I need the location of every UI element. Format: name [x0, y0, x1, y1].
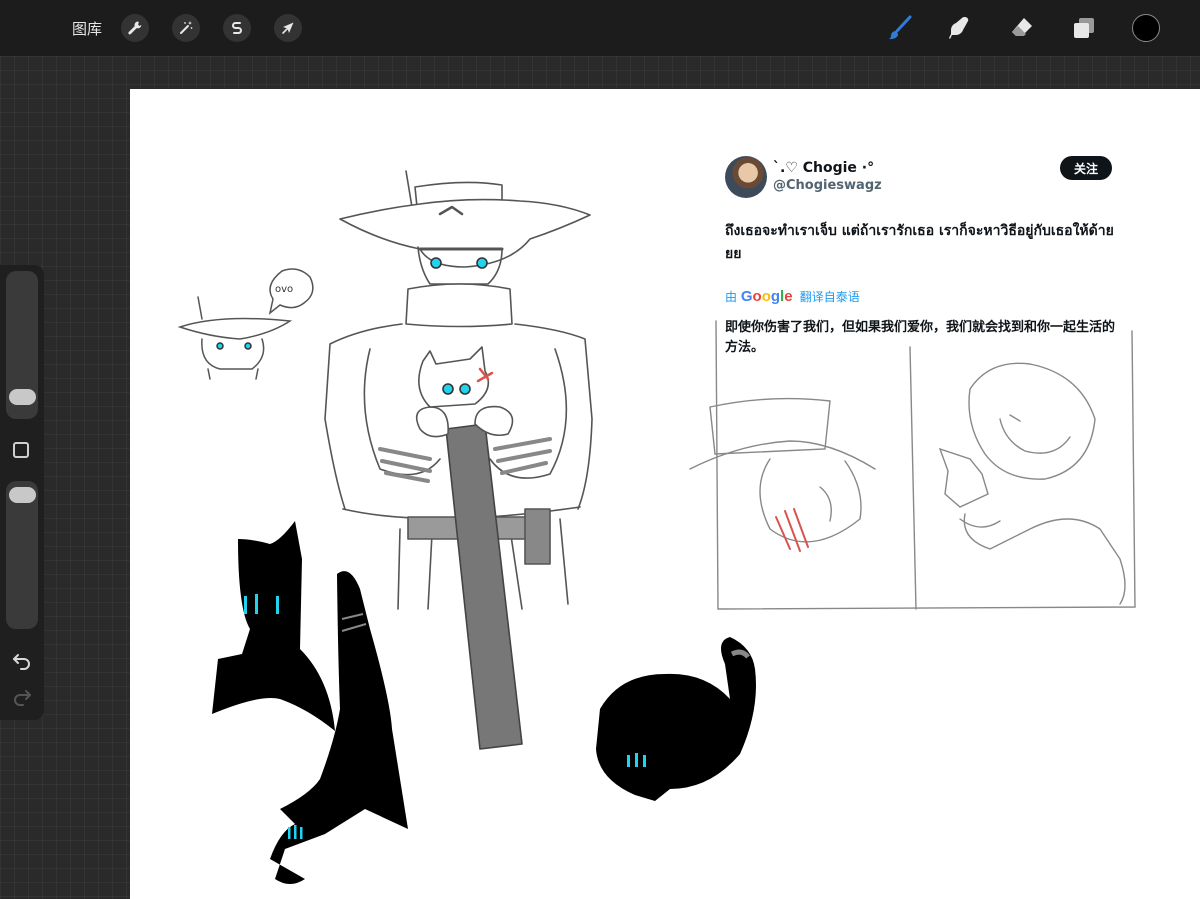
tweet-text: ถึงเธอจะทำเราเจ็บ แต่ถ้าเรารักเธอ เราก็จ…	[725, 223, 1114, 262]
brush-size-slider[interactable]	[6, 271, 38, 419]
comic-panels	[689, 320, 1136, 610]
opacity-knob[interactable]	[9, 487, 36, 503]
black-cat-sitting	[212, 521, 335, 731]
display-name: `.♡ Chogie ·°	[773, 160, 875, 176]
arrow-cursor-icon	[282, 22, 294, 34]
color-picker-button[interactable]	[1132, 14, 1160, 42]
actions-button[interactable]	[121, 14, 149, 42]
eraser-tool[interactable]	[1004, 10, 1040, 46]
translated-text: 即使你伤害了我们，但如果我们爱你，我们就会找到和你一起生活的方法。	[725, 320, 1116, 355]
avatar	[725, 156, 767, 198]
follow-button[interactable]: 关注	[1060, 156, 1112, 180]
top-toolbar: 图库	[0, 0, 1200, 56]
translate-by: 由	[725, 290, 738, 304]
adjustments-button[interactable]	[172, 14, 200, 42]
redo-button[interactable]	[10, 685, 34, 709]
brush-size-knob[interactable]	[9, 389, 36, 405]
opacity-slider[interactable]	[6, 481, 38, 629]
brush-tool[interactable]	[882, 10, 918, 46]
wrench-icon	[128, 21, 142, 35]
undo-icon	[13, 654, 30, 670]
magic-wand-icon	[180, 21, 193, 34]
gallery-button[interactable]: 图库	[72, 18, 102, 39]
left-sidebar	[0, 265, 44, 720]
eraser-icon	[1012, 18, 1032, 36]
black-cat-round	[596, 637, 756, 801]
translate-link[interactable]: 翻译自泰语	[800, 290, 860, 304]
undo-button[interactable]	[10, 649, 34, 673]
sketch-artwork: ovo	[177, 170, 1136, 884]
layers-tool[interactable]	[1066, 10, 1102, 46]
layers-icon	[1074, 18, 1094, 38]
translation-attribution: 由 Google 翻译自泰语	[725, 288, 860, 305]
speech-bubble-text: ovo	[275, 284, 293, 295]
smudge-tool[interactable]	[942, 10, 978, 46]
google-logo: Google	[740, 288, 793, 305]
smudge-finger-icon	[949, 17, 969, 39]
handle: @Chogieswagz	[773, 178, 882, 193]
redo-icon	[14, 690, 31, 706]
selection-s-icon	[232, 22, 242, 34]
drawing-canvas[interactable]: ovo `.♡ Chogie ·° @Chogieswagz 关注 ถึงเธอ…	[130, 89, 1200, 899]
transform-button[interactable]	[274, 14, 302, 42]
modify-button[interactable]	[13, 442, 29, 458]
selection-button[interactable]	[223, 14, 251, 42]
brush-icon	[889, 15, 912, 40]
